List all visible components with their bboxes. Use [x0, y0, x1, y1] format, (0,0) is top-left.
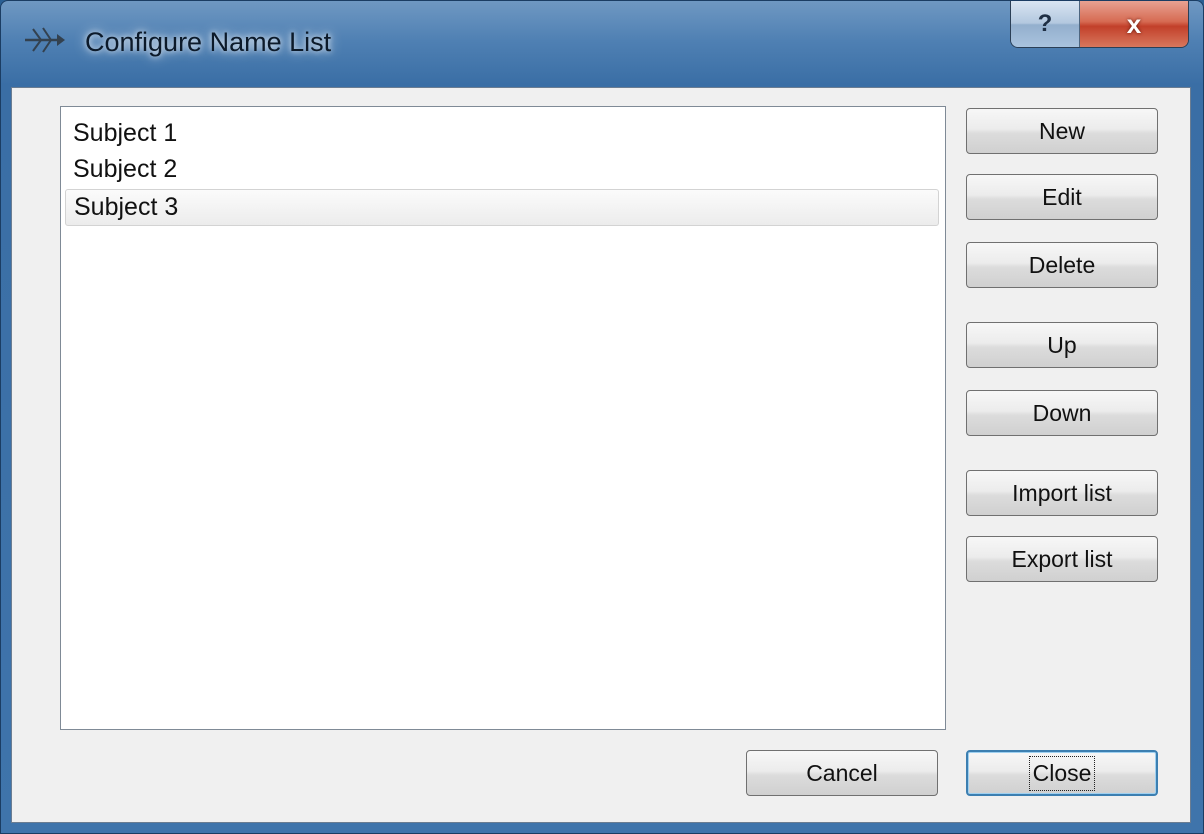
export-list-button[interactable]: Export list	[966, 536, 1158, 582]
dialog-body: Subject 1 Subject 2 Subject 3 New Edit D…	[11, 87, 1191, 823]
cancel-button-label: Cancel	[806, 759, 878, 786]
edit-button[interactable]: Edit	[966, 174, 1158, 220]
delete-button-label: Delete	[1028, 251, 1096, 278]
import-list-button-label: Import list	[1012, 479, 1112, 506]
up-button-label: Up	[1047, 331, 1077, 358]
new-button[interactable]: New	[966, 108, 1158, 154]
export-list-button-label: Export list	[1011, 545, 1113, 572]
list-item[interactable]: Subject 1	[65, 115, 939, 152]
cancel-button[interactable]: Cancel	[746, 750, 938, 796]
up-button[interactable]: Up	[966, 322, 1158, 368]
down-button[interactable]: Down	[966, 390, 1158, 436]
configure-name-list-dialog: Configure Name List ? x Subject 1 Subjec…	[0, 0, 1204, 834]
close-window-button[interactable]: x	[1080, 1, 1188, 47]
close-button[interactable]: Close	[966, 750, 1158, 796]
close-button-label: Close	[1028, 755, 1096, 791]
import-list-button[interactable]: Import list	[966, 470, 1158, 516]
list-item-selected[interactable]: Subject 3	[65, 189, 939, 226]
delete-button[interactable]: Delete	[966, 242, 1158, 288]
close-icon: x	[1126, 8, 1142, 39]
name-listbox[interactable]: Subject 1 Subject 2 Subject 3	[60, 106, 946, 730]
window-title: Configure Name List	[85, 27, 332, 57]
caption-buttons: ? x	[1010, 1, 1189, 48]
title-bar[interactable]: Configure Name List ? x	[1, 1, 1203, 87]
down-button-label: Down	[1032, 399, 1092, 426]
fishbone-icon	[25, 27, 65, 53]
edit-button-label: Edit	[1042, 183, 1082, 210]
list-item[interactable]: Subject 2	[65, 151, 939, 188]
help-button[interactable]: ?	[1011, 1, 1080, 47]
new-button-label: New	[1038, 117, 1085, 144]
help-icon: ?	[1037, 10, 1053, 37]
